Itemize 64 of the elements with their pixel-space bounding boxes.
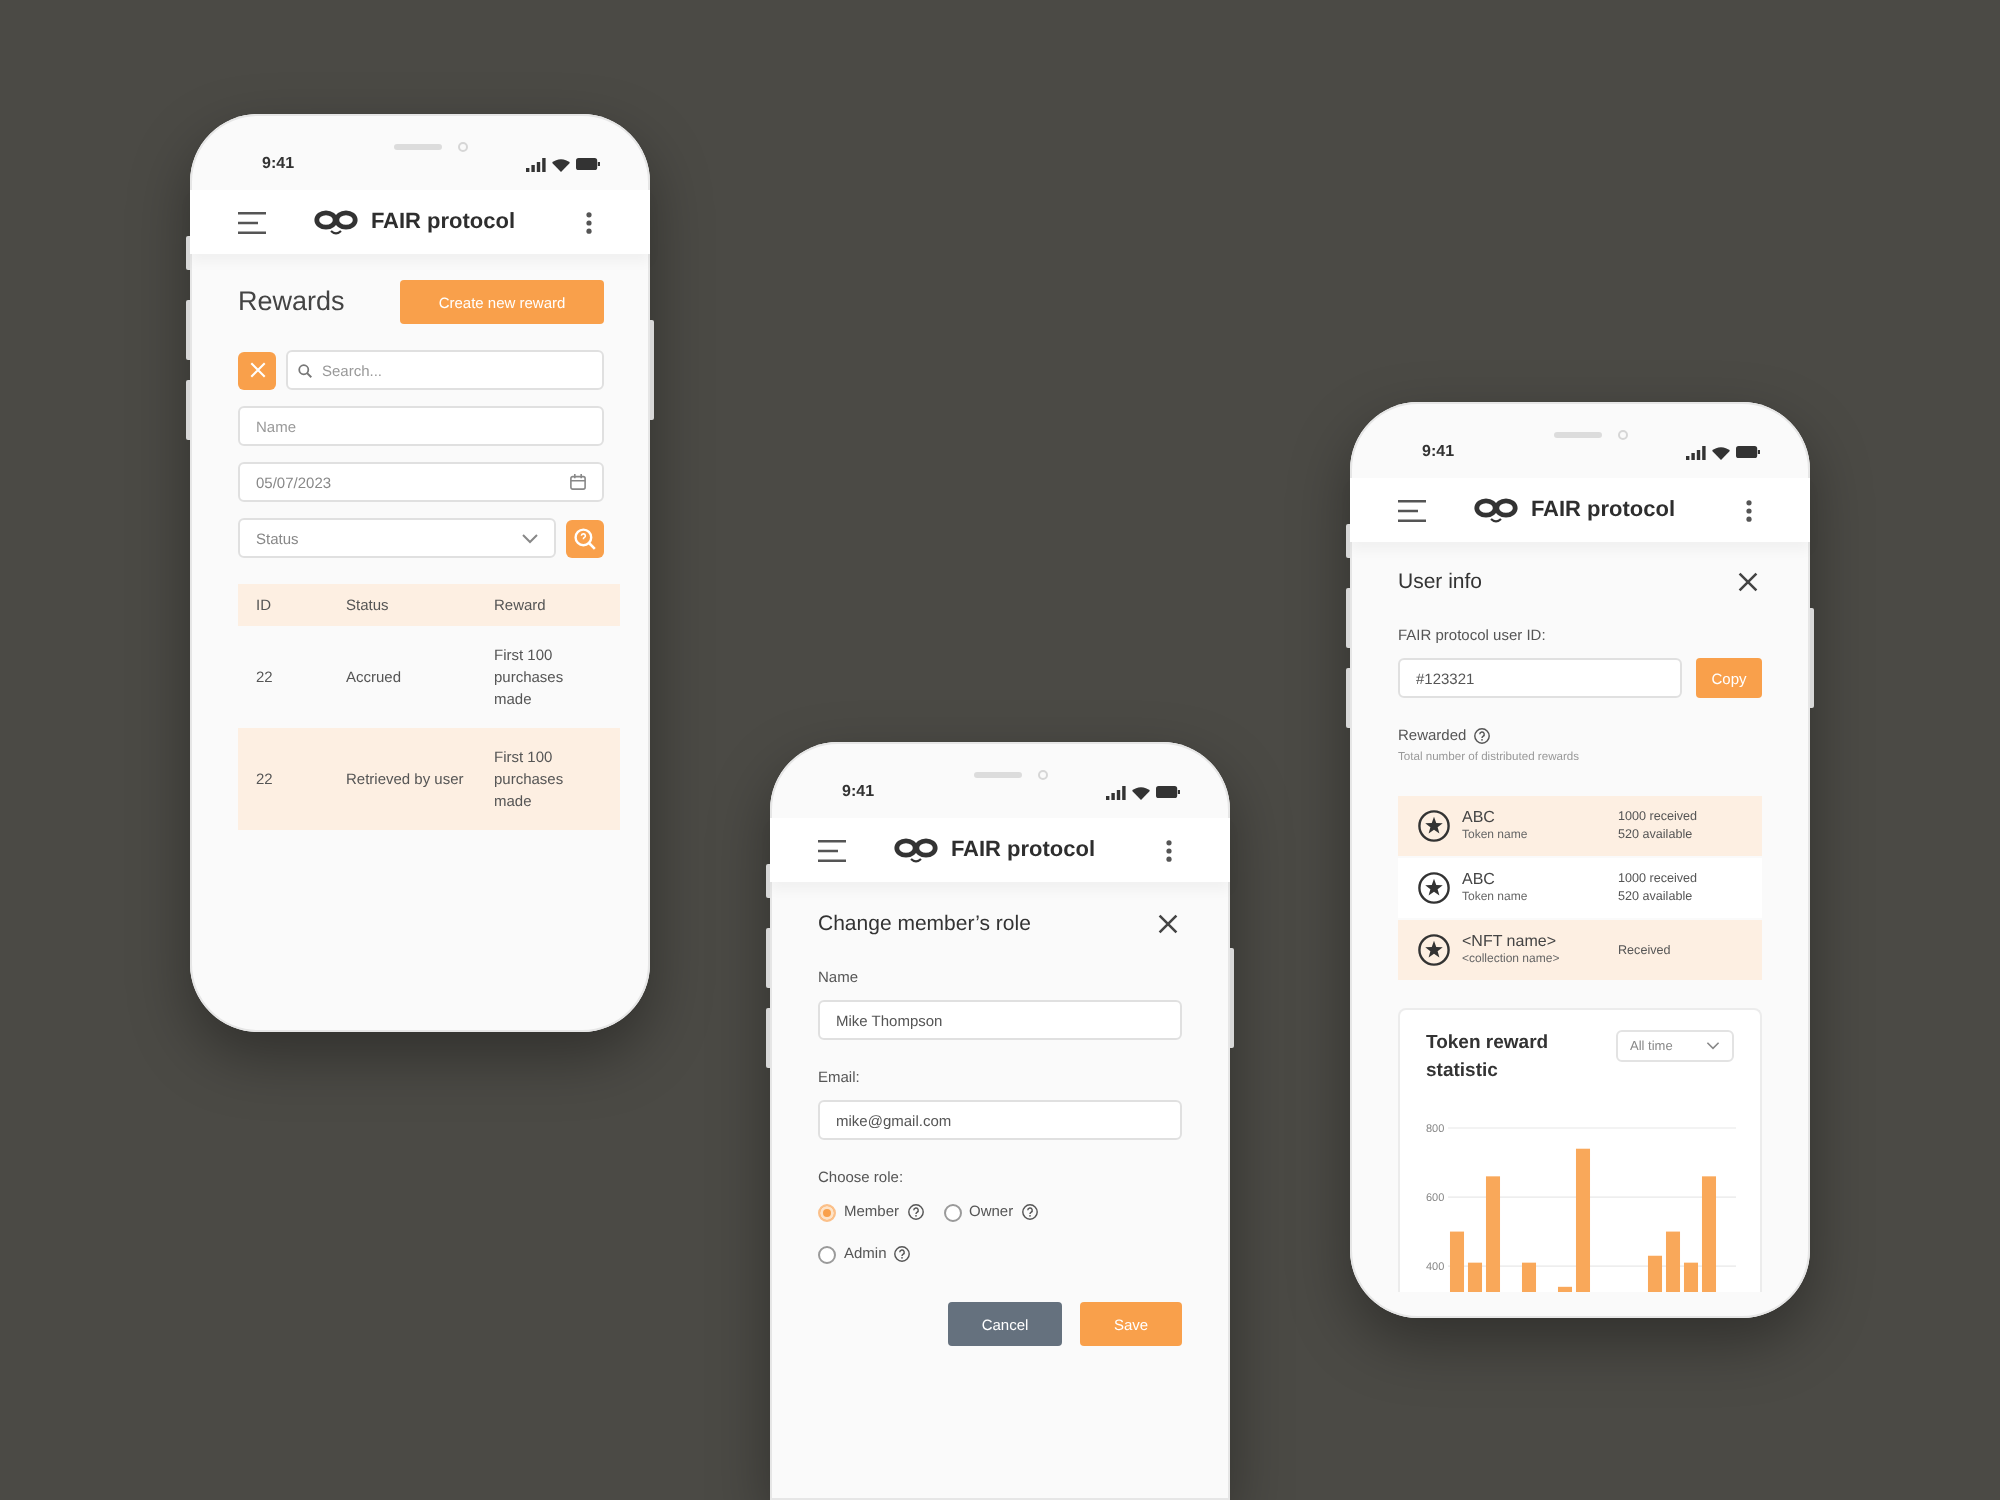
wifi-icon — [1712, 445, 1730, 459]
chart-bar — [1486, 1176, 1500, 1292]
more-icon[interactable] — [586, 211, 592, 233]
search-icon — [298, 363, 312, 377]
chart-bar — [1450, 1231, 1464, 1292]
chart-bar — [1558, 1286, 1572, 1292]
logo-icon — [894, 837, 939, 863]
close-icon[interactable] — [1738, 572, 1758, 592]
chart-bar — [1702, 1176, 1716, 1292]
reward-name: <NFT name> — [1462, 932, 1558, 952]
star-circle-icon — [1418, 934, 1450, 966]
chevron-icon — [522, 533, 538, 543]
menu-icon[interactable] — [818, 839, 846, 861]
star-circle-icon — [1418, 872, 1450, 904]
search-icon — [574, 527, 596, 549]
help-icon[interactable] — [1021, 1204, 1038, 1220]
chart-bar — [1522, 1262, 1536, 1292]
chart-bar — [1684, 1262, 1698, 1292]
battery-icon — [1736, 446, 1760, 458]
clear-button[interactable] — [238, 351, 276, 389]
radio-button[interactable] — [818, 1203, 836, 1221]
page-title: Rewards — [238, 284, 345, 320]
chart-bar — [1648, 1255, 1662, 1292]
app-title: FAIR protocol — [950, 836, 1096, 864]
signal-icon — [1106, 785, 1126, 799]
camera-icon — [458, 142, 468, 152]
star-circle-icon — [1418, 810, 1450, 842]
status-time: 9:41 — [262, 154, 295, 174]
reward-name: ABC — [1462, 808, 1497, 828]
calendar-icon — [570, 474, 586, 490]
close-icon[interactable] — [1158, 914, 1178, 934]
chart-bar — [1468, 1262, 1482, 1292]
chart-title: Token reward statistic — [1426, 1030, 1551, 1086]
status-time: 9:41 — [1422, 442, 1455, 462]
dialog-title: Change member’s role — [818, 910, 1031, 940]
battery-icon — [1156, 786, 1180, 798]
chart-bar — [1576, 1148, 1590, 1292]
help-icon[interactable] — [894, 1246, 911, 1262]
app-title: FAIR protocol — [1530, 496, 1676, 524]
help-icon[interactable] — [907, 1204, 924, 1220]
wifi-icon — [1132, 785, 1150, 799]
chart-bar — [1666, 1231, 1680, 1292]
signal-icon — [1686, 445, 1706, 459]
signal-icon — [526, 157, 546, 171]
dialog-title: User info — [1398, 568, 1483, 598]
close-icon — [249, 362, 265, 378]
more-icon[interactable] — [1166, 839, 1172, 861]
status-time: 9:41 — [842, 782, 875, 802]
reward-name: ABC — [1462, 870, 1497, 890]
radio-button[interactable] — [943, 1203, 962, 1221]
radio-button[interactable] — [818, 1245, 836, 1263]
logo-icon — [1474, 497, 1519, 523]
more-icon[interactable] — [1746, 499, 1752, 521]
search-button[interactable] — [566, 519, 604, 557]
logo-icon — [314, 209, 359, 235]
wifi-icon — [552, 157, 570, 171]
battery-icon — [576, 158, 600, 170]
help-icon[interactable] — [1474, 728, 1491, 744]
menu-icon[interactable] — [1398, 499, 1426, 521]
chevron-icon — [1706, 1042, 1720, 1050]
menu-icon[interactable] — [238, 211, 266, 233]
app-title: FAIR protocol — [370, 208, 516, 236]
camera-icon — [1618, 430, 1628, 440]
camera-icon — [1038, 770, 1048, 780]
